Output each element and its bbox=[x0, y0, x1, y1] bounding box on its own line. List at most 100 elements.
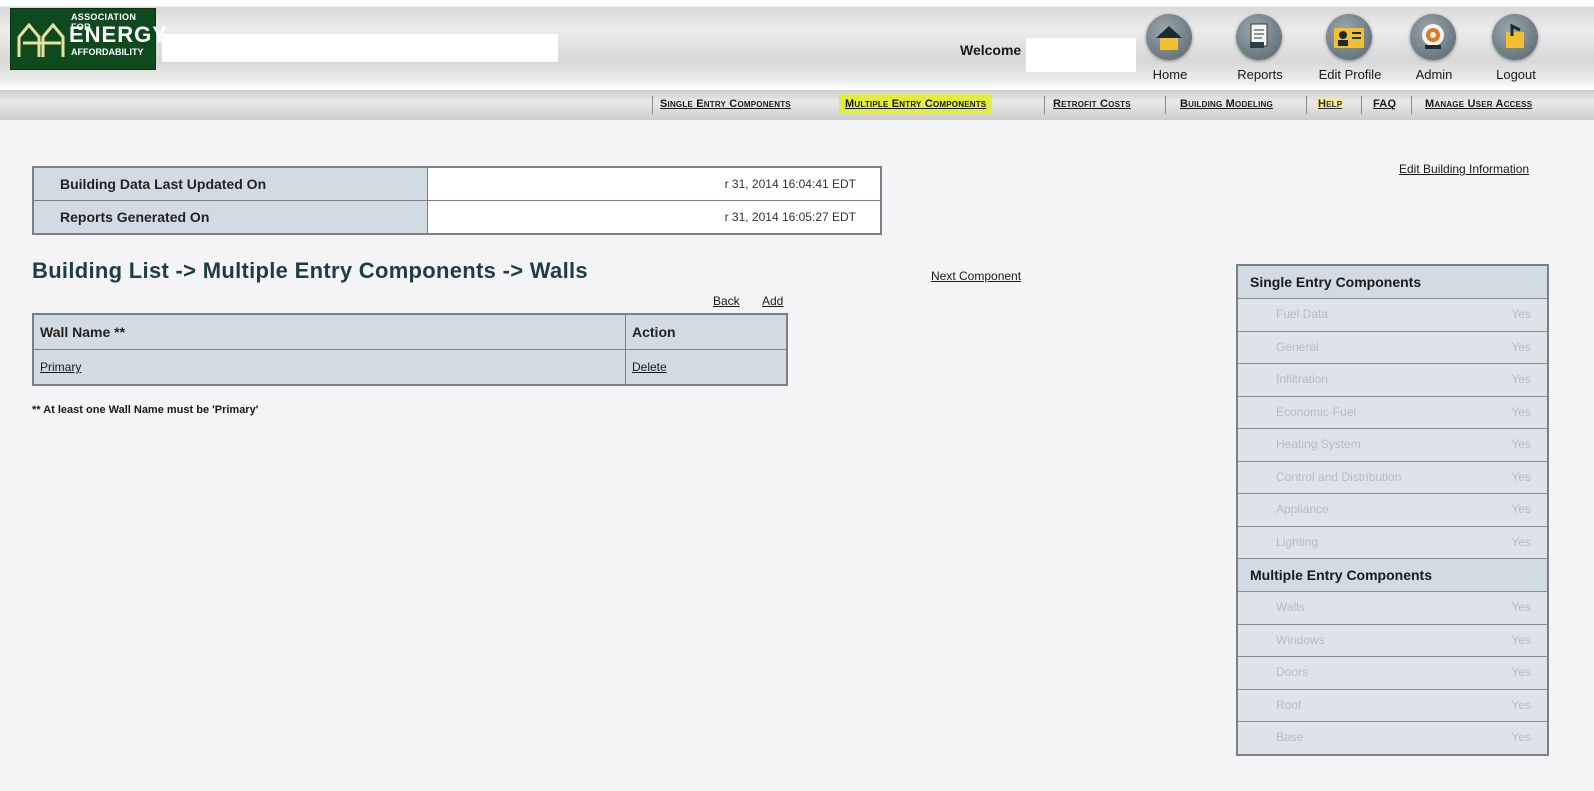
side-item-status: Yes bbox=[1511, 665, 1531, 679]
welcome-label: Welcome bbox=[960, 42, 1022, 58]
info-label: Reports Generated On bbox=[32, 200, 428, 235]
side-item-status: Yes bbox=[1511, 469, 1531, 484]
wall-name-cell: Primary bbox=[32, 349, 626, 386]
action-cell: Delete bbox=[625, 349, 788, 386]
menu-building-modeling[interactable]: Building Modeling bbox=[1180, 98, 1273, 110]
side-item-status: Yes bbox=[1511, 632, 1531, 647]
building-info-table: Building Data Last Updated On r 31, 2014… bbox=[32, 166, 882, 235]
side-item-walls[interactable]: Walls Yes bbox=[1238, 592, 1547, 625]
header-redacted-field bbox=[162, 34, 558, 62]
side-item-label: Appliance bbox=[1276, 502, 1329, 516]
logo-line3: AFFORDABILITY bbox=[71, 47, 144, 57]
logo-line2: ENERGY bbox=[69, 22, 168, 47]
side-item-lighting[interactable]: Lighting Yes bbox=[1238, 526, 1547, 559]
side-item-status: Yes bbox=[1511, 307, 1531, 321]
home-label: Home bbox=[1152, 67, 1188, 82]
edit-profile-button[interactable]: Edit Profile bbox=[1314, 8, 1386, 88]
menu-separator bbox=[1306, 96, 1307, 114]
menu-help[interactable]: Help bbox=[1316, 98, 1345, 110]
edit-profile-icon bbox=[1326, 14, 1372, 60]
edit-profile-label: Edit Profile bbox=[1318, 67, 1382, 82]
side-item-status: Yes bbox=[1511, 534, 1531, 549]
side-item-status: Yes bbox=[1511, 502, 1531, 516]
side-item-economic-fuel[interactable]: Economic-Fuel Yes bbox=[1238, 396, 1547, 429]
info-value-cell: r 31, 2014 16:04:41 EDT bbox=[427, 166, 882, 201]
admin-icon bbox=[1410, 14, 1456, 60]
logo-house-icon bbox=[17, 22, 65, 57]
multiple-entry-header: Multiple Entry Components bbox=[1238, 559, 1547, 592]
side-item-label: Doors bbox=[1276, 665, 1309, 679]
side-item-infiltration[interactable]: Infiltration Yes bbox=[1238, 364, 1547, 397]
logo[interactable]: ASSOCIATION FOR ENERGY AFFORDABILITY bbox=[10, 8, 167, 70]
table-header-row: Wall Name ** Action bbox=[32, 313, 788, 350]
delete-link[interactable]: Delete bbox=[632, 360, 667, 374]
reports-label: Reports bbox=[1237, 67, 1283, 82]
side-item-doors[interactable]: Doors Yes bbox=[1238, 657, 1547, 690]
side-item-fuel-data[interactable]: Fuel Data Yes bbox=[1238, 299, 1547, 332]
side-item-base[interactable]: Base Yes bbox=[1238, 722, 1547, 754]
side-item-status: Yes bbox=[1511, 730, 1531, 744]
menu-bar: Single Entry Components Multiple Entry C… bbox=[0, 90, 1594, 120]
logout-button[interactable]: Logout bbox=[1480, 8, 1552, 88]
admin-label: Admin bbox=[1415, 67, 1453, 82]
menu-separator bbox=[1044, 96, 1045, 114]
welcome-username bbox=[1026, 38, 1136, 72]
side-item-status: Yes bbox=[1511, 404, 1531, 419]
side-item-appliance[interactable]: Appliance Yes bbox=[1238, 494, 1547, 527]
side-item-status: Yes bbox=[1511, 339, 1531, 354]
menu-faq[interactable]: FAQ bbox=[1373, 98, 1396, 110]
info-label: Building Data Last Updated On bbox=[32, 166, 428, 201]
side-item-label: Heating System bbox=[1276, 437, 1361, 451]
side-item-roof[interactable]: Roof Yes bbox=[1238, 689, 1547, 722]
logout-label: Logout bbox=[1496, 67, 1536, 82]
side-item-status: Yes bbox=[1511, 697, 1531, 712]
walls-table: Wall Name ** Action Primary Delete bbox=[32, 313, 788, 386]
admin-button[interactable]: Admin bbox=[1398, 8, 1470, 88]
menu-single-entry-components[interactable]: Single Entry Components bbox=[660, 98, 791, 110]
home-button[interactable]: Home bbox=[1134, 8, 1206, 88]
header-bar: ASSOCIATION FOR ENERGY AFFORDABILITY Wel… bbox=[0, 0, 1594, 96]
table-row: Primary Delete bbox=[32, 349, 788, 386]
menu-multiple-entry-components[interactable]: Multiple Entry Components bbox=[839, 94, 993, 114]
side-item-status: Yes bbox=[1511, 437, 1531, 451]
footnote: ** At least one Wall Name must be 'Prima… bbox=[32, 404, 259, 416]
home-icon bbox=[1146, 14, 1192, 60]
info-value-cell: r 31, 2014 16:05:27 EDT bbox=[427, 200, 882, 235]
side-item-heating-system[interactable]: Heating System Yes bbox=[1238, 429, 1547, 462]
side-item-label: Roof bbox=[1276, 697, 1302, 712]
menu-separator bbox=[1411, 96, 1412, 114]
single-entry-header: Single Entry Components bbox=[1238, 266, 1547, 299]
logout-icon bbox=[1492, 14, 1538, 60]
side-item-label: Infiltration bbox=[1276, 372, 1329, 386]
edit-building-information-link[interactable]: Edit Building Information bbox=[1399, 162, 1529, 176]
reports-icon bbox=[1236, 14, 1282, 60]
side-item-status: Yes bbox=[1511, 600, 1531, 614]
side-item-label: Lighting bbox=[1276, 534, 1319, 549]
menu-retrofit-costs[interactable]: Retrofit Costs bbox=[1053, 98, 1131, 110]
wall-name-link[interactable]: Primary bbox=[40, 360, 81, 374]
redacted-value bbox=[446, 171, 712, 197]
side-item-status: Yes bbox=[1511, 372, 1531, 386]
menu-manage-user-access[interactable]: Manage User Access bbox=[1425, 98, 1532, 110]
side-item-windows[interactable]: Windows Yes bbox=[1238, 624, 1547, 657]
back-link[interactable]: Back bbox=[713, 294, 740, 308]
side-item-label: Walls bbox=[1276, 600, 1305, 614]
side-item-general[interactable]: General Yes bbox=[1238, 331, 1547, 364]
side-item-label: Fuel Data bbox=[1276, 307, 1329, 321]
menu-separator bbox=[1165, 96, 1166, 114]
column-header-wall-name: Wall Name ** bbox=[32, 313, 626, 350]
info-row: Reports Generated On r 31, 2014 16:05:27… bbox=[32, 200, 882, 235]
side-item-label: General bbox=[1276, 339, 1319, 354]
reports-button[interactable]: Reports bbox=[1224, 8, 1296, 88]
next-component-link[interactable]: Next Component bbox=[931, 269, 1021, 283]
menu-separator bbox=[652, 96, 653, 114]
side-item-control-distribution[interactable]: Control and Distribution Yes bbox=[1238, 461, 1547, 494]
menu-separator bbox=[1361, 96, 1362, 114]
redacted-value bbox=[446, 204, 712, 230]
side-item-label: Windows bbox=[1276, 632, 1325, 647]
page-title: Building List -> Multiple Entry Componen… bbox=[32, 258, 588, 283]
add-link[interactable]: Add bbox=[762, 294, 783, 308]
side-item-label: Economic-Fuel bbox=[1276, 404, 1357, 419]
info-value: r 31, 2014 16:05:27 EDT bbox=[724, 210, 856, 224]
info-row: Building Data Last Updated On r 31, 2014… bbox=[32, 166, 882, 201]
